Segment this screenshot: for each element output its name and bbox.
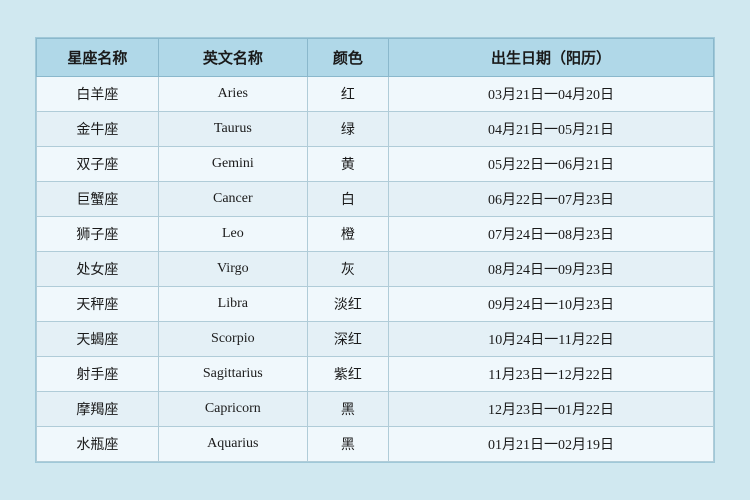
cell-date: 04月21日一05月21日 bbox=[389, 112, 714, 147]
cell-chinese: 双子座 bbox=[37, 147, 159, 182]
header-date: 出生日期（阳历） bbox=[389, 39, 714, 77]
table-row: 天秤座Libra淡红09月24日一10月23日 bbox=[37, 287, 714, 322]
table-body: 白羊座Aries红03月21日一04月20日金牛座Taurus绿04月21日一0… bbox=[37, 77, 714, 462]
cell-chinese: 天秤座 bbox=[37, 287, 159, 322]
cell-english: Cancer bbox=[158, 182, 307, 217]
cell-color: 灰 bbox=[307, 252, 388, 287]
table-row: 白羊座Aries红03月21日一04月20日 bbox=[37, 77, 714, 112]
cell-chinese: 金牛座 bbox=[37, 112, 159, 147]
cell-date: 05月22日一06月21日 bbox=[389, 147, 714, 182]
cell-color: 淡红 bbox=[307, 287, 388, 322]
cell-date: 01月21日一02月19日 bbox=[389, 427, 714, 462]
cell-date: 12月23日一01月22日 bbox=[389, 392, 714, 427]
table-row: 处女座Virgo灰08月24日一09月23日 bbox=[37, 252, 714, 287]
cell-date: 09月24日一10月23日 bbox=[389, 287, 714, 322]
cell-english: Aries bbox=[158, 77, 307, 112]
table-row: 狮子座Leo橙07月24日一08月23日 bbox=[37, 217, 714, 252]
cell-color: 黑 bbox=[307, 427, 388, 462]
table-row: 天蝎座Scorpio深红10月24日一11月22日 bbox=[37, 322, 714, 357]
zodiac-table: 星座名称 英文名称 颜色 出生日期（阳历） 白羊座Aries红03月21日一04… bbox=[36, 38, 714, 462]
cell-english: Libra bbox=[158, 287, 307, 322]
cell-english: Leo bbox=[158, 217, 307, 252]
cell-color: 深红 bbox=[307, 322, 388, 357]
cell-chinese: 狮子座 bbox=[37, 217, 159, 252]
cell-date: 03月21日一04月20日 bbox=[389, 77, 714, 112]
cell-color: 黑 bbox=[307, 392, 388, 427]
cell-color: 紫红 bbox=[307, 357, 388, 392]
table-row: 水瓶座Aquarius黑01月21日一02月19日 bbox=[37, 427, 714, 462]
cell-english: Aquarius bbox=[158, 427, 307, 462]
table-row: 双子座Gemini黄05月22日一06月21日 bbox=[37, 147, 714, 182]
cell-english: Scorpio bbox=[158, 322, 307, 357]
cell-english: Virgo bbox=[158, 252, 307, 287]
cell-color: 红 bbox=[307, 77, 388, 112]
cell-english: Sagittarius bbox=[158, 357, 307, 392]
cell-chinese: 天蝎座 bbox=[37, 322, 159, 357]
cell-english: Capricorn bbox=[158, 392, 307, 427]
zodiac-table-container: 星座名称 英文名称 颜色 出生日期（阳历） 白羊座Aries红03月21日一04… bbox=[35, 37, 715, 463]
cell-english: Gemini bbox=[158, 147, 307, 182]
cell-color: 白 bbox=[307, 182, 388, 217]
cell-english: Taurus bbox=[158, 112, 307, 147]
cell-color: 橙 bbox=[307, 217, 388, 252]
header-chinese: 星座名称 bbox=[37, 39, 159, 77]
header-color: 颜色 bbox=[307, 39, 388, 77]
table-row: 巨蟹座Cancer白06月22日一07月23日 bbox=[37, 182, 714, 217]
cell-chinese: 水瓶座 bbox=[37, 427, 159, 462]
cell-color: 绿 bbox=[307, 112, 388, 147]
cell-date: 06月22日一07月23日 bbox=[389, 182, 714, 217]
cell-chinese: 射手座 bbox=[37, 357, 159, 392]
cell-chinese: 巨蟹座 bbox=[37, 182, 159, 217]
cell-date: 10月24日一11月22日 bbox=[389, 322, 714, 357]
cell-color: 黄 bbox=[307, 147, 388, 182]
cell-chinese: 白羊座 bbox=[37, 77, 159, 112]
cell-chinese: 处女座 bbox=[37, 252, 159, 287]
cell-date: 07月24日一08月23日 bbox=[389, 217, 714, 252]
table-header-row: 星座名称 英文名称 颜色 出生日期（阳历） bbox=[37, 39, 714, 77]
cell-chinese: 摩羯座 bbox=[37, 392, 159, 427]
cell-date: 08月24日一09月23日 bbox=[389, 252, 714, 287]
table-row: 金牛座Taurus绿04月21日一05月21日 bbox=[37, 112, 714, 147]
table-row: 射手座Sagittarius紫红11月23日一12月22日 bbox=[37, 357, 714, 392]
table-row: 摩羯座Capricorn黑12月23日一01月22日 bbox=[37, 392, 714, 427]
cell-date: 11月23日一12月22日 bbox=[389, 357, 714, 392]
header-english: 英文名称 bbox=[158, 39, 307, 77]
